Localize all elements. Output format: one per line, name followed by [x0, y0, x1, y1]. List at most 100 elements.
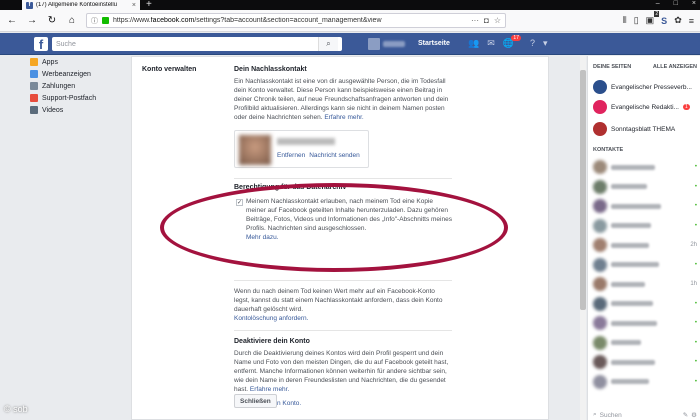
apps-icon [30, 58, 38, 66]
contact-row[interactable]: • [593, 355, 697, 369]
reload-icon[interactable]: ↻ [46, 15, 58, 27]
sidebar-item-apps[interactable]: Apps [30, 56, 125, 68]
pocket-icon[interactable]: ◘ [484, 16, 489, 25]
contact-name-blurred [611, 320, 657, 326]
url-rest: /settings?tab=account&section=account_ma… [194, 17, 382, 24]
contact-status: • [694, 320, 697, 326]
contact-row[interactable]: • [593, 296, 697, 311]
pages-header: DEINE SEITEN ALLE ANZEIGEN [593, 64, 697, 70]
deactivate-learn-more-link[interactable]: Erfahre mehr. [250, 386, 289, 393]
browser-tools: ⫴ ▯ ▣ 2 S ✿ ≡ [623, 11, 694, 26]
facebook-search-input[interactable]: Suche ⌕ [52, 37, 342, 51]
minimize-icon[interactable]: – [656, 0, 660, 10]
legacy-learn-more-link[interactable]: Erfahre mehr. [324, 114, 363, 121]
contact-avatar [593, 257, 607, 272]
contact-row[interactable]: • [593, 335, 697, 350]
browser-toolbar: ← → ↻ ⌂ ⓘ https://www.facebook.com/setti… [0, 10, 700, 32]
extension-icon[interactable]: ▣ 2 [646, 11, 660, 26]
facebook-logo-icon[interactable]: f [34, 37, 48, 52]
bookmark-star-icon[interactable]: ☆ [494, 16, 501, 25]
contact-row[interactable]: • [593, 199, 697, 213]
contact-row[interactable]: 1h [593, 277, 697, 291]
more-icon[interactable]: ··· [471, 16, 479, 25]
sidebar-item-payments[interactable]: Zahlungen [30, 80, 125, 92]
forward-icon[interactable]: → [26, 15, 38, 27]
contact-row[interactable]: 2h [593, 238, 697, 252]
s-extension-icon[interactable]: S [661, 16, 667, 26]
maximize-icon[interactable]: □ [674, 0, 678, 10]
close-window-icon[interactable]: × [692, 0, 696, 10]
address-bar[interactable]: ⓘ https://www.facebook.com/settings?tab=… [86, 13, 506, 28]
page-badge: 1 [682, 104, 690, 110]
sidebar-item-ads[interactable]: Werbeanzeigen [30, 68, 125, 80]
watermark: © sob [4, 404, 28, 414]
scrollbar-thumb[interactable] [580, 70, 586, 310]
facebook-favicon-icon: f [26, 1, 33, 9]
sidebar-item-label: Apps [42, 58, 58, 66]
page-item[interactable]: Evangelische Redakti... 1 [593, 100, 690, 114]
menu-icon[interactable]: ≡ [689, 16, 694, 26]
legacy-contact-card: Entfernen Nachricht senden [234, 130, 369, 168]
contact-row[interactable]: • [593, 257, 697, 272]
contact-avatar [593, 160, 607, 174]
contact-row[interactable]: • [593, 316, 697, 330]
sidebar-icon[interactable]: ▯ [634, 15, 639, 26]
archive-permission-checkbox[interactable]: ✓ [236, 199, 243, 206]
contact-status: • [694, 359, 697, 365]
friend-requests-icon[interactable]: 👥 [468, 38, 479, 49]
home-icon[interactable]: ⌂ [66, 15, 78, 27]
sidebar-item-label: Videos [42, 106, 64, 114]
sidebar-item-videos[interactable]: Videos [30, 104, 125, 116]
send-message-link[interactable]: Nachricht senden [309, 152, 360, 159]
pages-see-all-link[interactable]: ALLE ANZEIGEN [653, 64, 697, 70]
info-icon[interactable]: ⓘ [91, 16, 98, 26]
account-menu-icon[interactable]: ▾ [543, 38, 548, 49]
contact-name-blurred [611, 223, 651, 228]
messenger-icon[interactable]: ✉ [487, 38, 495, 49]
notifications-icon[interactable]: 🌐 17 [503, 35, 521, 49]
search-icon[interactable]: ⌕ [318, 37, 338, 51]
home-link[interactable]: Startseite [418, 40, 450, 47]
contact-row[interactable]: • [593, 179, 697, 194]
deactivate-heading: Deaktiviere dein Konto [234, 338, 310, 345]
request-deletion-link[interactable]: Kontolöschung anfordern. [234, 314, 452, 323]
new-tab-icon[interactable]: + [146, 0, 152, 10]
sidebar-item-support-inbox[interactable]: Support-Postfach [30, 92, 125, 104]
tab-title: (17) Allgemeine Kontoeinstellu [36, 2, 118, 8]
avatar [368, 38, 380, 50]
contact-name-blurred [611, 379, 649, 384]
contact-avatar [593, 199, 607, 213]
contact-avatar [593, 335, 607, 350]
page-item[interactable]: Sonntagsblatt THEMA [593, 122, 675, 136]
contact-status: 2h [690, 242, 697, 248]
facebook-header: f Suche ⌕ Startseite 👥 ✉ 🌐 17 ? ▾ [0, 33, 700, 55]
contact-row[interactable]: • [593, 218, 697, 233]
archive-more-link[interactable]: Mehr dazu. [246, 234, 279, 241]
settings-gear-icon[interactable]: ⚙ [691, 411, 697, 419]
sidebar-item-label: Zahlungen [42, 82, 76, 90]
contact-status: • [694, 222, 697, 229]
page-avatar [593, 80, 607, 94]
addon-icon[interactable]: ✿ [674, 15, 682, 26]
contact-row[interactable]: • [593, 160, 697, 174]
contact-avatar [593, 374, 607, 389]
back-icon[interactable]: ← [6, 15, 18, 27]
contact-avatar [593, 277, 607, 291]
legacy-heading: Dein Nachlasskontakt [234, 66, 307, 73]
contact-row[interactable]: • [593, 374, 697, 389]
contacts-search-input[interactable]: ⌕ Suchen ✎ ⚙ [593, 410, 697, 420]
contact-avatar [593, 238, 607, 252]
close-button[interactable]: Schließen [234, 394, 277, 408]
new-message-icon[interactable]: ✎ [683, 411, 688, 419]
close-tab-icon[interactable]: × [132, 2, 136, 9]
browser-tab-strip: f (17) Allgemeine Kontoeinstellu × + – □… [0, 0, 700, 10]
profile-link[interactable] [368, 38, 405, 50]
help-icon[interactable]: ? [530, 38, 535, 49]
browser-tab[interactable]: f (17) Allgemeine Kontoeinstellu × [22, 0, 140, 10]
library-icon[interactable]: ⫴ [623, 15, 627, 26]
legacy-description: Ein Nachlasskontakt ist eine von dir aus… [234, 77, 452, 122]
remove-contact-link[interactable]: Entfernen [277, 152, 305, 159]
delete-account-section: Wenn du nach deinem Tod keinen Wert mehr… [234, 287, 452, 323]
archive-heading: Berechtigung für das Datenarchiv [234, 184, 347, 191]
page-item[interactable]: Evangelischer Presseverb... [593, 80, 692, 94]
